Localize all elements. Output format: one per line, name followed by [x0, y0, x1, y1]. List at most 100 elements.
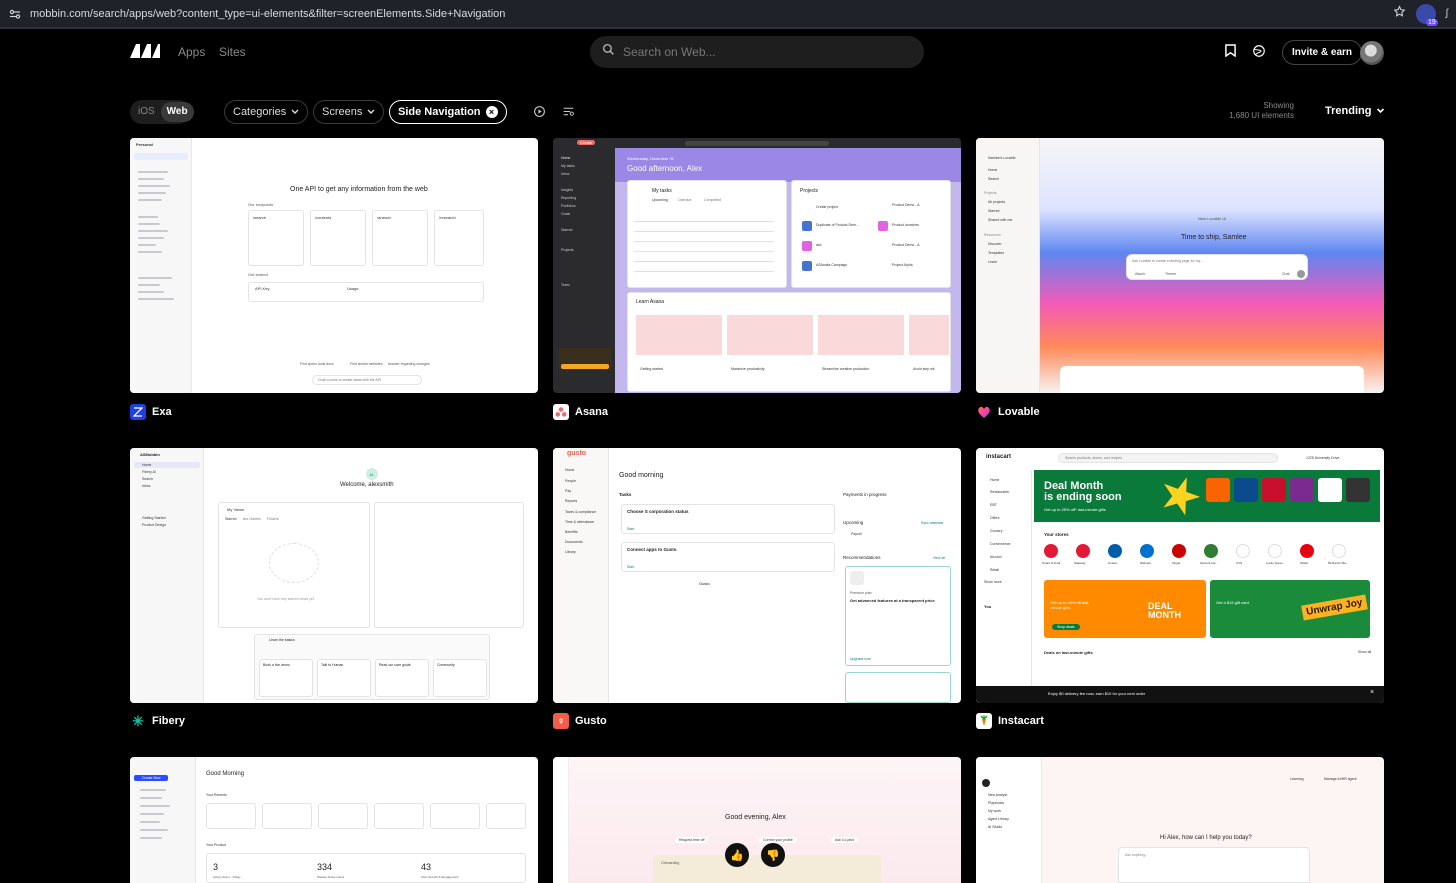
- fibery-nav: Product Design: [142, 523, 166, 527]
- screenshot-card-instacart[interactable]: instacart Search products, stores, and r…: [976, 448, 1384, 703]
- instacart-show-all[interactable]: Show all: [1358, 650, 1371, 654]
- instacart-carrot-icon: [976, 713, 992, 729]
- card8-greeting: Good evening, Alex: [725, 814, 786, 821]
- screens-dropdown[interactable]: Screens: [313, 100, 385, 124]
- screenshot-card-gusto[interactable]: gusto Home People Pay Reports Taxes & co…: [553, 448, 961, 703]
- screenshot-card-lovable[interactable]: Samlee's Lovable Home Search Projects Al…: [976, 138, 1384, 393]
- gusto-nav: Benefits: [565, 530, 578, 534]
- card9-top-link[interactable]: Learning: [1290, 777, 1304, 781]
- asana-nav: Portfolios: [561, 204, 576, 208]
- profile-icon[interactable]: ʃ: [1446, 8, 1448, 19]
- card8-onboarding: Onboarding: [661, 861, 680, 865]
- screenshot-card-asana[interactable]: Create Home My tasks Inbox Insights Repo…: [553, 138, 961, 393]
- card9-input[interactable]: Ask anything...: [1125, 853, 1148, 857]
- asana-tab: Upcoming: [652, 198, 668, 202]
- categories-dropdown[interactable]: Categories: [224, 100, 309, 124]
- fibery-nav: Home: [142, 463, 152, 467]
- gusto-sync[interactable]: Sync calendar: [921, 521, 943, 525]
- card-label-asana[interactable]: Asana: [553, 403, 608, 421]
- exa-footer-link[interactable]: Find similar websites: [350, 362, 382, 366]
- app-name: Exa: [152, 406, 172, 418]
- fibery-tab: Folders: [267, 517, 279, 521]
- asana-project: Create project: [816, 205, 838, 209]
- card8-chip[interactable]: Ask Co-pilot: [831, 837, 858, 843]
- nav-sites[interactable]: Sites: [219, 45, 246, 59]
- instacart-nav: Alcohol: [990, 555, 1002, 559]
- gusto-sidebar: gusto Home People Pay Reports Taxes & co…: [553, 448, 609, 703]
- gusto-payroll: Payroll: [851, 532, 862, 536]
- fibery-learn-card: Read our user guide: [379, 663, 411, 667]
- invite-earn-button[interactable]: Invite & earn: [1282, 40, 1363, 65]
- bookmark-star-icon[interactable]: [1393, 4, 1406, 23]
- gusto-nav: Taxes & compliance: [565, 510, 597, 514]
- gusto-nav: Home: [565, 468, 575, 472]
- gusto-greeting: Good morning: [619, 472, 664, 479]
- gusto-start[interactable]: Start: [627, 527, 634, 531]
- remove-filter-icon[interactable]: ×: [485, 106, 498, 118]
- gusto-upgrade[interactable]: Upgrade now: [850, 657, 871, 661]
- asana-project: ASAnalia Campaign: [816, 263, 848, 267]
- play-icon[interactable]: [533, 105, 546, 123]
- platform-toggle[interactable]: iOS Web: [130, 100, 194, 124]
- platform-web[interactable]: Web: [160, 102, 194, 122]
- active-filter-label: Side Navigation: [398, 106, 481, 118]
- active-filter-chip[interactable]: Side Navigation ×: [389, 100, 507, 124]
- exa-usage: Usage: [347, 286, 359, 291]
- screenshot-card-8[interactable]: Good evening, Alex Request time off Corr…: [553, 757, 961, 883]
- lovable-workspace: Samlee's Lovable: [988, 156, 1016, 160]
- instacart-stores-title: Your stores: [1044, 532, 1069, 537]
- search-bar[interactable]: [590, 36, 924, 68]
- instacart-nav: Grocery: [990, 529, 1003, 533]
- exa-footer-link[interactable]: Find specs tools docs: [300, 362, 334, 366]
- lovable-nav: Home: [988, 168, 998, 172]
- gusto-start[interactable]: Start: [627, 565, 634, 569]
- instacart-shop-button[interactable]: Shop deals: [1052, 624, 1080, 630]
- platform-ios[interactable]: iOS: [132, 102, 161, 122]
- categories-label: Categories: [233, 106, 287, 118]
- exa-col-contents: /contents: [315, 215, 332, 220]
- asana-project: Product launches: [892, 223, 920, 227]
- asana-create: Create: [577, 140, 596, 145]
- lovable-nav: Starred: [988, 209, 1000, 213]
- card9-nav: Agent Library: [988, 817, 1009, 821]
- gusto-view-all[interactable]: View all: [933, 556, 945, 560]
- card8-chip[interactable]: Request time off: [675, 837, 709, 843]
- filter-list-icon[interactable]: [562, 105, 575, 123]
- site-info-icon[interactable]: [8, 7, 22, 21]
- screenshot-card-fibery[interactable]: ASMobbin Home Fibery AI Search Inbox Get…: [130, 448, 538, 703]
- lovable-chat: Chat: [1282, 272, 1290, 276]
- close-icon[interactable]: ×: [1370, 689, 1374, 696]
- showing-label: Showing: [1263, 101, 1294, 110]
- card-label-fibery[interactable]: ✳ Fibery: [130, 712, 185, 730]
- screenshot-card-9[interactable]: New Analyst Playbooks My work Agent Libr…: [976, 757, 1384, 883]
- globe-icon[interactable]: [1252, 44, 1266, 63]
- bookmark-icon[interactable]: [1225, 44, 1236, 62]
- nav-apps[interactable]: Apps: [178, 45, 205, 59]
- sort-dropdown[interactable]: Trending: [1325, 105, 1385, 117]
- exa-get-started: Get started: [248, 272, 268, 277]
- search-input[interactable]: [623, 45, 903, 59]
- card-label-exa[interactable]: Exa: [130, 403, 172, 421]
- exa-footer-link[interactable]: Answer regarding changes: [388, 362, 430, 366]
- card7-stat: 43: [421, 862, 432, 872]
- screenshot-card-exa[interactable]: Personal One API to get any information …: [130, 138, 538, 393]
- instacart-hero-sub: Get up to 25% off* last-minute gifts: [1044, 507, 1106, 512]
- mobbin-logo[interactable]: [130, 44, 160, 63]
- fibery-my-views: My Views: [227, 507, 245, 512]
- instacart-banner: Enjoy $0 delivery fee now, earn $10 for …: [1048, 691, 1146, 696]
- lovable-nav: Search: [988, 177, 1000, 181]
- card-label-instacart[interactable]: Instacart: [976, 712, 1044, 730]
- screenshot-card-7[interactable]: Create New Good Morning Your Recents You…: [130, 757, 538, 883]
- card-label-gusto[interactable]: g Gusto: [553, 712, 607, 730]
- thumbs-up-icon[interactable]: 👍: [725, 843, 749, 867]
- card8-chip[interactable]: Correct your profile: [759, 837, 797, 843]
- user-avatar[interactable]: [1360, 41, 1384, 65]
- address-bar[interactable]: mobbin.com/search/apps/web?content_type=…: [30, 8, 1393, 20]
- instacart-store: CVS: [1236, 561, 1243, 565]
- thumbs-down-icon[interactable]: 👎: [761, 843, 785, 867]
- fibery-nav: Inbox: [142, 484, 151, 488]
- card9-top-link[interactable]: Manage AI/HR agent: [1324, 777, 1357, 781]
- card-label-lovable[interactable]: Lovable: [976, 403, 1040, 421]
- extension-icon[interactable]: 19: [1415, 3, 1438, 26]
- asana-nav: My tasks: [561, 164, 575, 168]
